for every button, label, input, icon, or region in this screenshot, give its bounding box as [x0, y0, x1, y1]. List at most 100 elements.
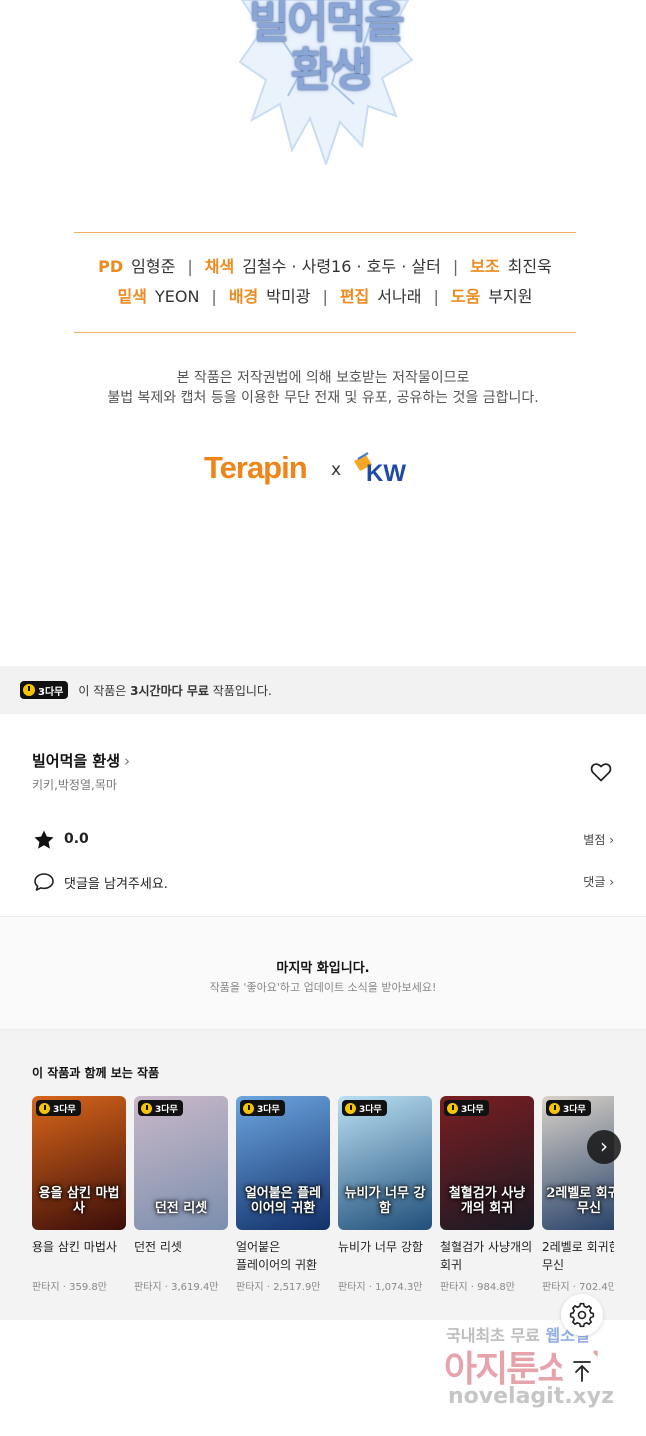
- recommendation-title[interactable]: 얼어붙은 플레이어의 귀환: [236, 1238, 334, 1274]
- scroll-to-top-button[interactable]: [561, 1350, 603, 1392]
- terapin-logo: Terapin: [204, 450, 308, 485]
- free-banner-prefix: 이 작품은: [78, 683, 127, 698]
- recommendation-thumbnail[interactable]: 3다무 얼어붙은 플레이어의 귀환: [236, 1096, 330, 1230]
- logo-title-line2: 환생: [290, 43, 374, 98]
- credit-name: 서나래: [377, 287, 422, 306]
- chevron-right-icon: ›: [600, 1134, 608, 1158]
- credit-name: 부지원: [488, 287, 533, 306]
- credit-role: PD: [98, 257, 124, 276]
- recommendations-section: 이 작품과 함께 보는 작품 3다무 용을 삼킨 마법사 용을 삼킨 마법사 판타지 …: [0, 1030, 646, 1320]
- recommendation-card[interactable]: 3다무철혈검가 사냥개의 회귀 철혈검가 사냥개의 회귀판타지 · 984.8만: [440, 1096, 534, 1293]
- credit-role: 보조: [470, 257, 500, 276]
- copyright-notice: 본 작품은 저작권법에 의해 보호받는 저작물이므로 불법 복제와 캡처 등을 …: [0, 368, 646, 408]
- wait-free-badge-label: 3다무: [359, 1104, 382, 1115]
- recommendation-meta: 판타지 · 984.8만: [440, 1282, 515, 1293]
- cover-title-art: 철혈검가 사냥개의 회귀: [448, 1186, 526, 1216]
- recommendation-meta: 판타지 · 2,517.9만: [236, 1282, 321, 1293]
- logo-title-line1: 빌어먹을: [249, 0, 405, 48]
- rating-row[interactable]: 0.0 별점 ›: [32, 828, 614, 852]
- wait-free-badge-label: 3다무: [563, 1104, 586, 1115]
- wait-free-badge: 3다무: [444, 1100, 489, 1116]
- episode-end-image: 빌어먹을 환생 PD 임형준 | 채색 김철수 · 사령16 · 호두 · 살터 | 보조 최…: [0, 0, 646, 665]
- credit-separator: |: [452, 257, 459, 276]
- kw-logo: KW: [354, 452, 406, 485]
- credits-bottom-divider: [74, 332, 576, 333]
- credit-separator: |: [322, 287, 328, 306]
- free-banner-emphasis: 3시간마다 무료: [130, 683, 209, 698]
- wait-free-badge: 3다무: [36, 1100, 81, 1116]
- work-title-link[interactable]: 빌어먹을 환생 ›: [32, 750, 130, 771]
- work-info-panel: 빌어먹을 환생 › 키키,박정열,목마 0.0 별점 › 댓글을 남겨주세요. 댓…: [0, 714, 646, 916]
- kw-logo-text: KW: [366, 460, 406, 485]
- credit-role: 배경: [228, 287, 259, 306]
- wait-free-badge: 3다무: [546, 1100, 591, 1116]
- recommendation-title[interactable]: 뉴비가 너무 강함: [338, 1238, 436, 1274]
- recommendation-title[interactable]: 2레벨로 회귀한 무신: [542, 1238, 614, 1274]
- work-logo-title: 빌어먹을 환생: [236, 0, 416, 94]
- cover-title-art: 얼어붙은 플레이어의 귀환: [244, 1186, 322, 1216]
- work-title: 빌어먹을 환생: [32, 752, 121, 770]
- star-icon: [34, 830, 54, 849]
- credits-row-2: 밑색 YEON | 배경 박미광 | 편집 서나래 | 도움 부지원: [74, 282, 576, 312]
- recommendation-title[interactable]: 철혈검가 사냥개의 회귀: [440, 1238, 538, 1274]
- recommendation-card[interactable]: 3다무 던전 리셋 던전 리셋 판타지 · 3,619.4만: [134, 1096, 228, 1293]
- credit-name: 김철수 · 사령16 · 호두 · 살터: [242, 257, 441, 276]
- wait-free-badge-label: 3다무: [53, 1104, 76, 1115]
- free-every-3-hours-banner: 3다무 이 작품은 3시간마다 무료 작품입니다.: [0, 666, 646, 714]
- last-episode-title: 마지막 화입니다.: [276, 961, 370, 976]
- recommendation-card[interactable]: 3다무 2레벨로 회귀한 무신 2레벨로 회귀한 무신판타지 · 702.4만: [542, 1096, 614, 1293]
- clock-icon: [39, 1102, 50, 1114]
- recommendation-card[interactable]: 3다무 얼어붙은 플레이어의 귀환 얼어붙은 플레이어의 귀환판타지 · 2,517…: [236, 1096, 330, 1293]
- copyright-notice-line1: 본 작품은 저작권법에 의해 보호받는 저작물이므로: [176, 370, 470, 386]
- wait-free-badge: 3다무: [342, 1100, 387, 1116]
- carousel-next-button[interactable]: ›: [587, 1130, 621, 1164]
- credit-role: 채색: [204, 257, 235, 276]
- credits-top-divider: [74, 232, 576, 233]
- credit-name: YEON: [154, 287, 200, 306]
- comment-row[interactable]: 댓글을 남겨주세요. 댓글 ›: [32, 870, 614, 894]
- logo-separator-x: x: [331, 460, 342, 480]
- recommendation-card[interactable]: 3다무 뉴비가 너무 강함 뉴비가 너무 강함 판타지 · 1,074.3만: [338, 1096, 432, 1293]
- credit-name: 최진욱: [507, 257, 552, 276]
- recommendations-title: 이 작품과 함께 보는 작품: [32, 1066, 160, 1080]
- recommendation-card[interactable]: 3다무 용을 삼킨 마법사 용을 삼킨 마법사 판타지 · 359.8만: [32, 1096, 126, 1293]
- gear-icon: [569, 1302, 595, 1328]
- recommendations-carousel[interactable]: 3다무 용을 삼킨 마법사 용을 삼킨 마법사 판타지 · 359.8만 3다무 던전 리…: [32, 1096, 614, 1306]
- wait-free-badge: 3다무: [138, 1100, 183, 1116]
- speech-bubble-icon: [34, 873, 54, 891]
- recommendation-meta: 판타지 · 1,074.3만: [338, 1282, 423, 1293]
- recommendation-meta: 판타지 · 359.8만: [32, 1282, 107, 1293]
- free-banner-suffix: 작품입니다.: [212, 683, 272, 698]
- arrow-up-icon: [573, 1361, 591, 1382]
- recommendation-thumbnail[interactable]: 3다무 던전 리셋: [134, 1096, 228, 1230]
- viewer-settings-button[interactable]: [561, 1294, 603, 1336]
- clock-icon: [345, 1102, 356, 1114]
- credits-row-1: PD 임형준 | 채색 김철수 · 사령16 · 호두 · 살터 | 보조 최진욱: [74, 252, 576, 282]
- credit-separator: |: [187, 257, 193, 276]
- clock-icon: [447, 1102, 458, 1114]
- recommendation-title[interactable]: 던전 리셋: [134, 1238, 232, 1274]
- comment-link[interactable]: 댓글 ›: [583, 873, 614, 890]
- heart-icon[interactable]: [589, 760, 613, 784]
- credit-name: 임형준: [131, 257, 176, 276]
- rating-link[interactable]: 별점 ›: [583, 831, 614, 848]
- site-watermark: 국내최초 무료 웹소설 아지툰소설 novelagit.xyz: [444, 1320, 634, 1420]
- clock-icon: [549, 1102, 560, 1114]
- wait-free-badge-label: 3다무: [461, 1104, 484, 1115]
- chevron-right-icon: ›: [124, 752, 131, 770]
- credit-separator: |: [211, 287, 217, 306]
- recommendation-thumbnail[interactable]: 3다무 용을 삼킨 마법사: [32, 1096, 126, 1230]
- rating-value: 0.0: [64, 831, 89, 847]
- credits-block: PD 임형준 | 채색 김철수 · 사령16 · 호두 · 살터 | 보조 최진욱 밑색 YEO…: [74, 252, 576, 312]
- copyright-notice-line2: 불법 복제와 캡처 등을 이용한 무단 전재 및 유포, 공유하는 것을 금합니…: [107, 390, 539, 406]
- credit-role: 편집: [339, 287, 370, 306]
- comment-placeholder: 댓글을 남겨주세요.: [64, 877, 168, 892]
- clock-icon: [243, 1102, 254, 1114]
- recommendation-title[interactable]: 용을 삼킨 마법사: [32, 1238, 130, 1274]
- recommendation-thumbnail[interactable]: 3다무철혈검가 사냥개의 회귀: [440, 1096, 534, 1230]
- credit-separator: |: [433, 287, 439, 306]
- credit-role: 밑색: [117, 287, 147, 306]
- recommendation-thumbnail[interactable]: 3다무 뉴비가 너무 강함: [338, 1096, 432, 1230]
- last-episode-subtitle: 작품을 '좋아요'하고 업데이트 소식을 받아보세요!: [209, 981, 437, 994]
- cover-title-art: 2레벨로 회귀한 무신: [546, 1186, 614, 1216]
